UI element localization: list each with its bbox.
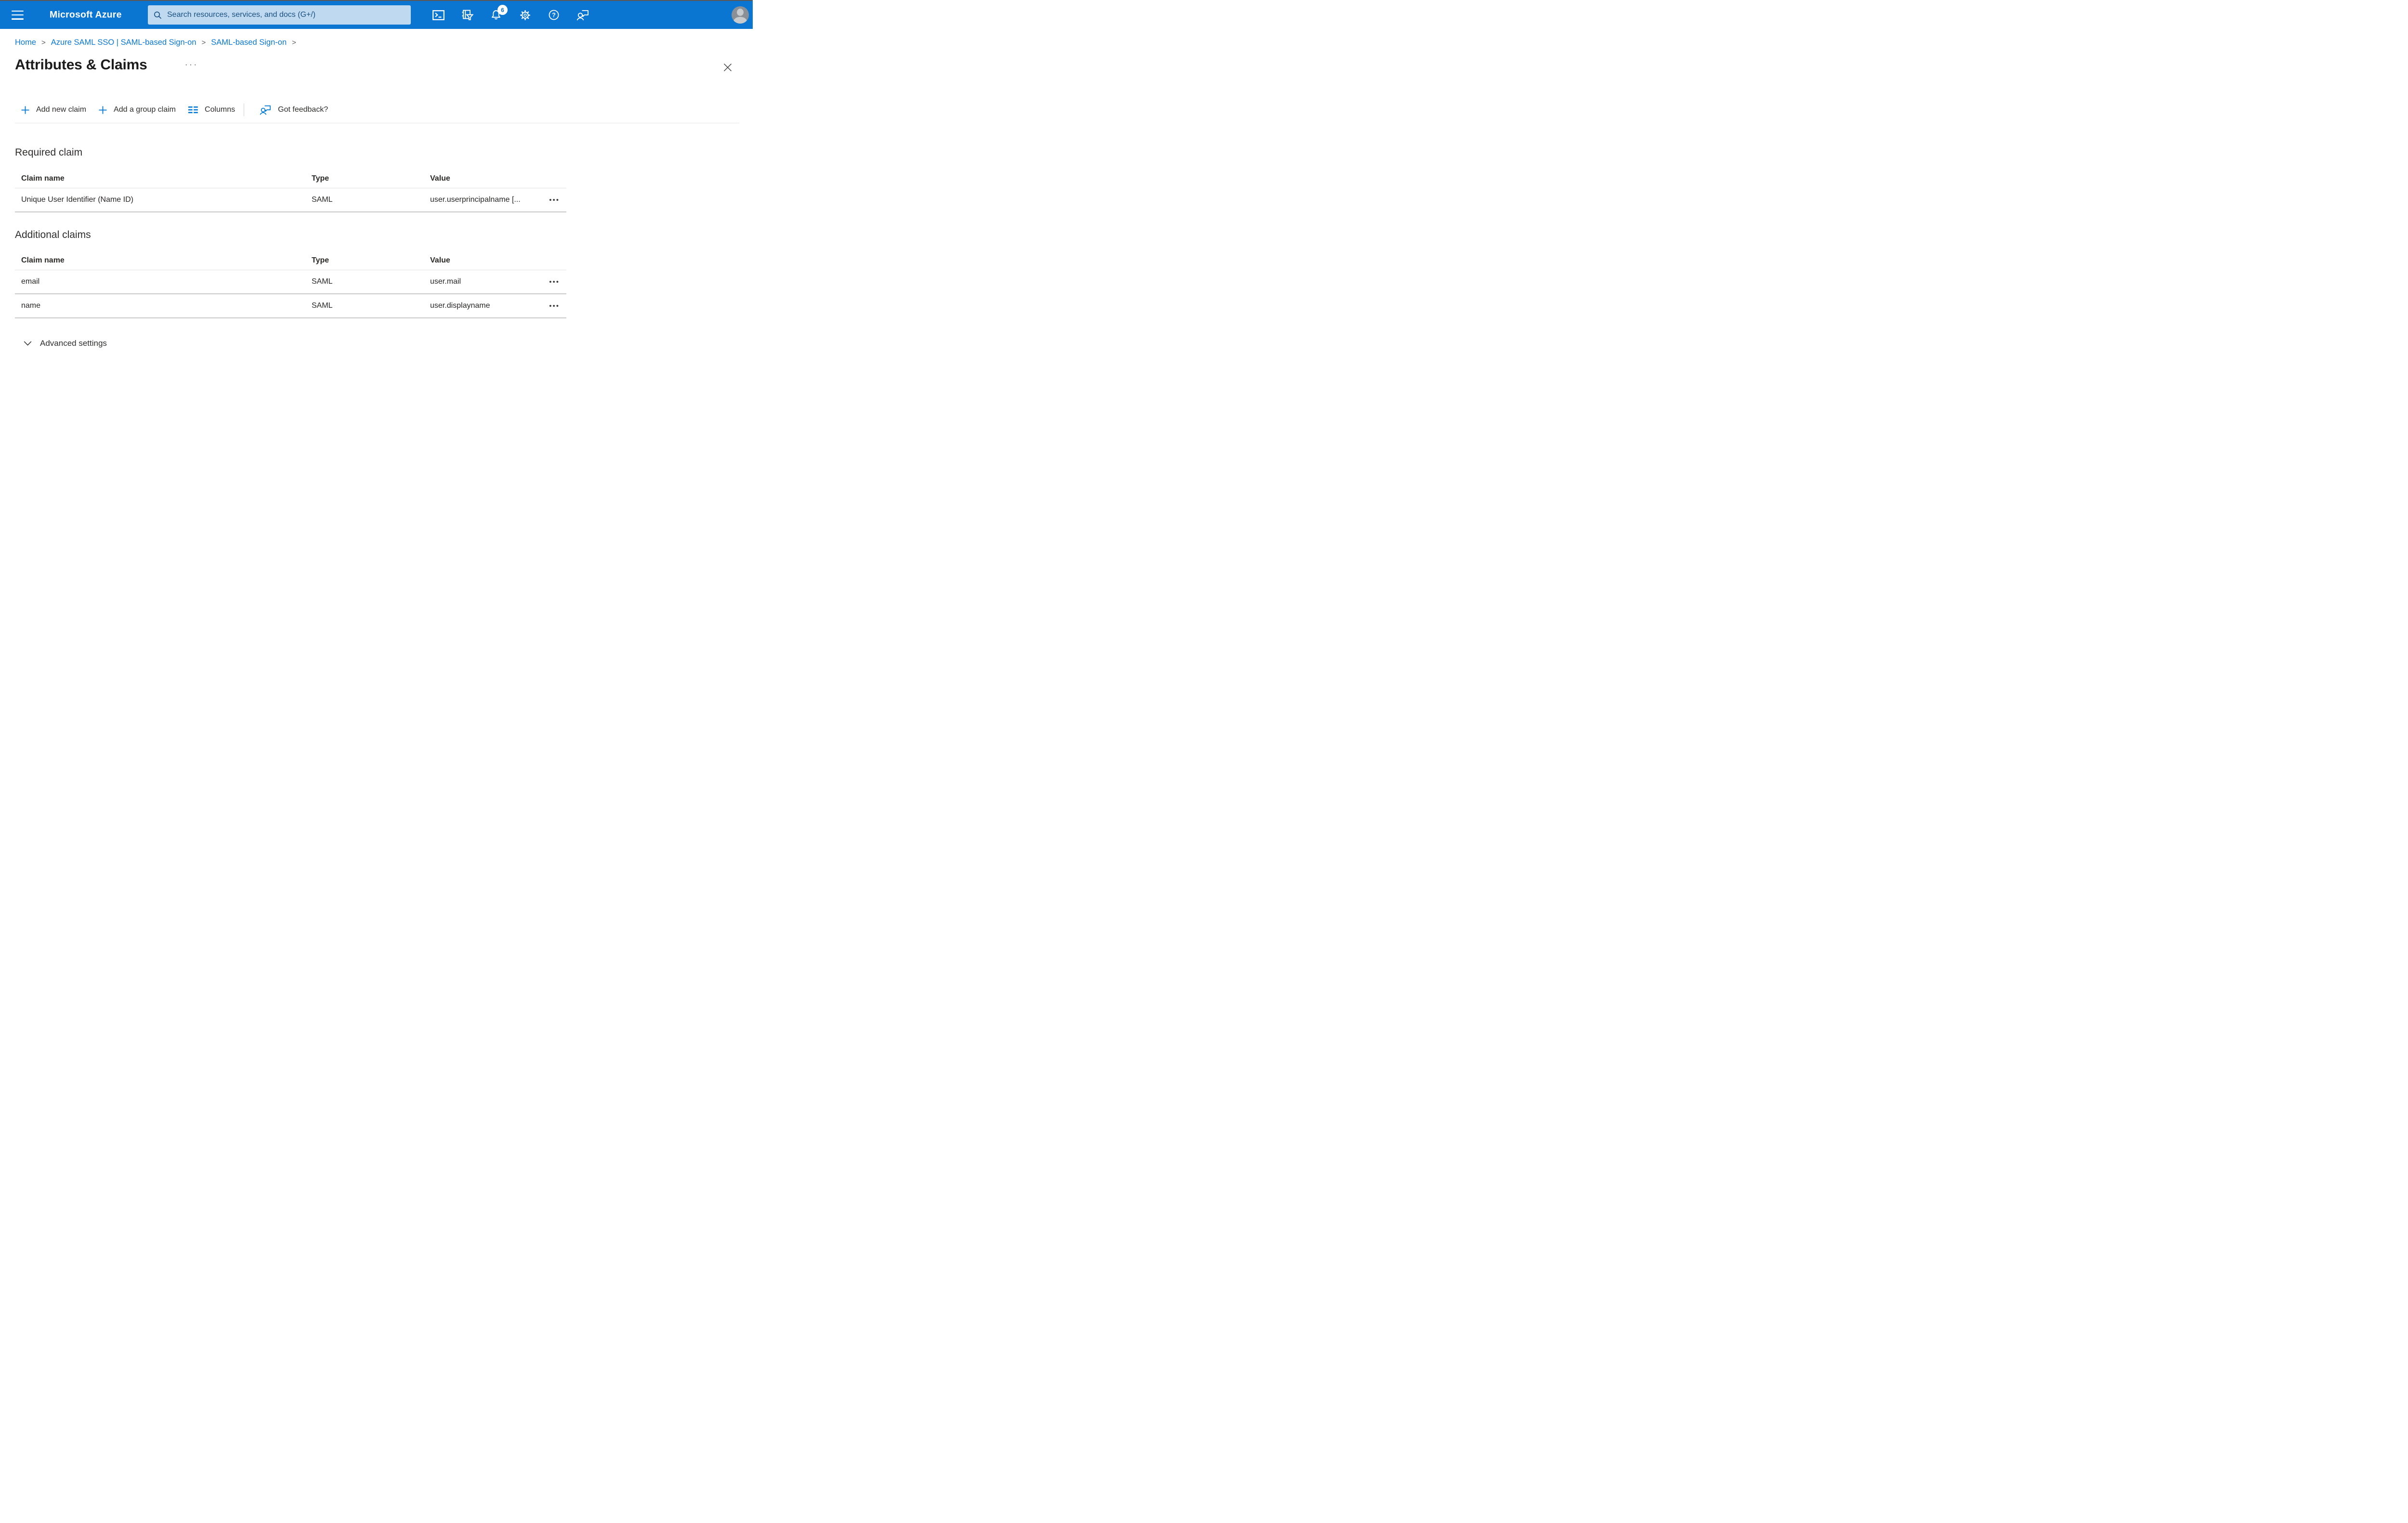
directory-filter-icon bbox=[462, 10, 473, 20]
feedback-button[interactable] bbox=[568, 1, 597, 29]
app-title[interactable]: Microsoft Azure bbox=[50, 10, 122, 21]
svg-text:?: ? bbox=[552, 11, 556, 18]
columns-button[interactable]: Columns bbox=[188, 105, 235, 114]
top-bar: Microsoft Azure Search resources, servic… bbox=[0, 1, 753, 29]
title-more-options-button[interactable]: ··· bbox=[185, 61, 198, 69]
table-row[interactable]: name SAML user.displayname ••• bbox=[15, 294, 566, 318]
breadcrumb-app-link[interactable]: Azure SAML SSO | SAML-based Sign-on bbox=[51, 38, 196, 47]
required-claim-table: Claim name Type Value Unique User Identi… bbox=[15, 170, 566, 212]
feedback-person-icon bbox=[260, 105, 271, 115]
got-feedback-label: Got feedback? bbox=[278, 105, 328, 114]
gear-icon bbox=[520, 10, 530, 20]
value-cell: user.displayname bbox=[430, 302, 490, 310]
cloud-shell-icon bbox=[432, 10, 445, 20]
type-cell: SAML bbox=[312, 277, 333, 286]
type-cell: SAML bbox=[312, 196, 333, 204]
search-input[interactable] bbox=[166, 10, 405, 20]
notification-count-badge[interactable]: 6 bbox=[497, 5, 508, 15]
avatar-silhouette-body bbox=[733, 17, 747, 24]
breadcrumb-chevron-icon: > bbox=[41, 39, 46, 47]
close-icon bbox=[723, 63, 732, 72]
columns-label: Columns bbox=[205, 105, 236, 114]
page-title: Attributes & Claims bbox=[15, 57, 147, 73]
help-button[interactable]: ? bbox=[539, 1, 568, 29]
directory-filter-button[interactable] bbox=[453, 1, 482, 29]
account-avatar[interactable] bbox=[732, 6, 749, 24]
additional-claims-heading: Additional claims bbox=[15, 229, 91, 240]
claim-name-cell: email bbox=[21, 277, 40, 286]
search-icon bbox=[154, 11, 162, 19]
table-row[interactable]: Unique User Identifier (Name ID) SAML us… bbox=[15, 188, 566, 212]
feedback-person-icon bbox=[576, 10, 589, 21]
close-blade-button[interactable] bbox=[720, 60, 735, 75]
table-header-row: Claim name Type Value bbox=[15, 170, 566, 188]
claim-name-cell: Unique User Identifier (Name ID) bbox=[21, 196, 133, 204]
more-options-button[interactable]: ••• bbox=[537, 278, 566, 286]
column-header-type: Type bbox=[312, 174, 329, 183]
add-group-claim-label: Add a group claim bbox=[114, 105, 176, 114]
column-header-claim-name: Claim name bbox=[21, 256, 65, 264]
cloud-shell-button[interactable] bbox=[424, 1, 453, 29]
value-cell: user.userprincipalname [... bbox=[430, 196, 521, 204]
column-header-type: Type bbox=[312, 256, 329, 264]
header-icon-group: 6 ? bbox=[424, 1, 597, 29]
column-header-claim-name: Claim name bbox=[21, 174, 65, 183]
breadcrumb-chevron-icon: > bbox=[292, 39, 296, 47]
add-new-claim-button[interactable]: Add new claim bbox=[21, 105, 86, 114]
advanced-settings-label: Advanced settings bbox=[40, 339, 107, 348]
chevron-down-icon bbox=[24, 341, 32, 346]
plus-icon bbox=[99, 106, 107, 114]
advanced-settings-expander[interactable]: Advanced settings bbox=[24, 339, 107, 348]
plus-icon bbox=[21, 106, 29, 114]
breadcrumb-sso-link[interactable]: SAML-based Sign-on bbox=[211, 38, 287, 47]
hamburger-icon bbox=[11, 10, 24, 20]
columns-icon bbox=[188, 106, 198, 114]
table-row[interactable]: email SAML user.mail ••• bbox=[15, 270, 566, 294]
type-cell: SAML bbox=[312, 302, 333, 310]
required-claim-heading: Required claim bbox=[15, 147, 83, 158]
breadcrumb-chevron-icon: > bbox=[201, 39, 206, 47]
value-cell: user.mail bbox=[430, 277, 461, 286]
more-options-button[interactable]: ••• bbox=[537, 197, 566, 204]
global-search-box[interactable] bbox=[148, 5, 411, 25]
breadcrumb-home-link[interactable]: Home bbox=[15, 38, 36, 47]
column-header-value: Value bbox=[430, 174, 450, 183]
breadcrumb: Home > Azure SAML SSO | SAML-based Sign-… bbox=[15, 38, 296, 47]
avatar-silhouette-head bbox=[737, 9, 744, 16]
additional-claims-table: Claim name Type Value email SAML user.ma… bbox=[15, 251, 566, 318]
notifications-button[interactable]: 6 bbox=[482, 1, 510, 29]
settings-button[interactable] bbox=[510, 1, 539, 29]
add-new-claim-label: Add new claim bbox=[36, 105, 87, 114]
help-icon: ? bbox=[549, 10, 559, 20]
more-options-button[interactable]: ••• bbox=[537, 302, 566, 310]
column-header-value: Value bbox=[430, 256, 450, 264]
hamburger-menu-button[interactable] bbox=[6, 5, 29, 25]
add-group-claim-button[interactable]: Add a group claim bbox=[99, 105, 176, 114]
claim-name-cell: name bbox=[21, 302, 41, 310]
command-bar: Add new claim Add a group claim Columns … bbox=[15, 102, 328, 118]
got-feedback-button[interactable]: Got feedback? bbox=[260, 105, 328, 115]
table-header-row: Claim name Type Value bbox=[15, 251, 566, 270]
